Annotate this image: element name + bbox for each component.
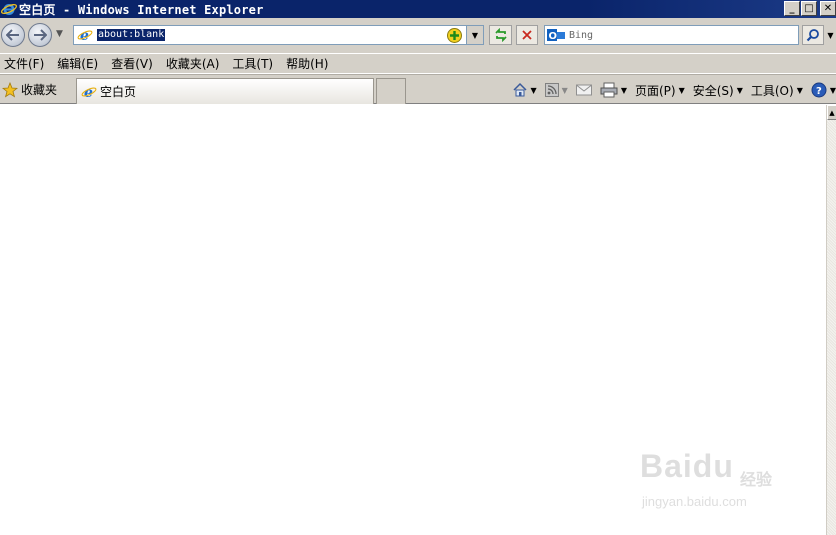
command-bar: ▼ ▼ ▼ 页面(P) ▼ 安全(S) ▼ 工具(O) ▼ ? ▼ [504, 80, 836, 100]
tab-ie-icon: e [81, 85, 97, 100]
tools-dropdown-icon: ▼ [796, 85, 803, 95]
watermark-url: jingyan.baidu.com [642, 494, 747, 509]
menu-favorites[interactable]: 收藏夹(A) [162, 55, 220, 72]
stop-button[interactable] [516, 25, 538, 45]
refresh-button[interactable] [489, 25, 512, 45]
ie-logo-icon [1, 4, 17, 15]
tab-blank-page[interactable]: e 空白页 [76, 78, 374, 104]
refresh-icon [494, 28, 507, 42]
baidu-watermark: Baidu 经验 jingyan.baidu.com [640, 448, 800, 520]
search-input[interactable]: Bing [569, 30, 593, 41]
printer-icon [600, 82, 618, 98]
address-bar[interactable]: e about:blank ▼ [73, 25, 484, 45]
help-dropdown-icon[interactable]: ▼ [830, 86, 836, 95]
maximize-button[interactable]: □ [801, 1, 817, 16]
feeds-button[interactable]: ▼ [544, 83, 568, 97]
stop-x-icon [522, 30, 532, 40]
tools-menu-button[interactable]: 工具(O) ▼ [751, 82, 803, 99]
svg-text:?: ? [816, 86, 822, 97]
help-icon: ? [811, 82, 827, 98]
watermark-brand-cn: 经验 [740, 470, 773, 489]
home-button[interactable]: ▼ [512, 82, 537, 98]
page-ie-icon: e [77, 28, 93, 43]
home-dropdown-icon[interactable]: ▼ [531, 86, 537, 95]
page-dropdown-icon: ▼ [678, 85, 685, 95]
svg-text:O: O [549, 31, 558, 42]
mail-icon [575, 84, 592, 96]
search-options-dropdown[interactable]: ▼ [825, 25, 836, 45]
address-input[interactable]: about:blank [97, 29, 166, 41]
outlook-icon: O [547, 29, 565, 42]
help-button[interactable]: ? ▼ [811, 82, 836, 98]
minimize-button[interactable]: _ [784, 1, 800, 16]
navigation-bar: ▼ e about:blank ▼ O Bing ▼ [0, 18, 836, 53]
menu-view[interactable]: 查看(V) [107, 55, 153, 72]
back-arrow-icon [6, 29, 19, 41]
menu-tools[interactable]: 工具(T) [228, 55, 273, 72]
scroll-up-button[interactable]: ▲ [827, 105, 836, 120]
menu-bar: 文件(F) 编辑(E) 查看(V) 收藏夹(A) 工具(T) 帮助(H) [0, 53, 836, 73]
search-icon [806, 29, 819, 42]
feeds-dropdown-icon[interactable]: ▼ [562, 86, 568, 95]
search-button[interactable] [802, 25, 824, 45]
favorites-button[interactable]: 收藏夹 [2, 81, 57, 98]
tab-label: 空白页 [100, 85, 137, 99]
title-bar: 空白页 - Windows Internet Explorer _ □ ✕ [0, 0, 836, 18]
print-button[interactable]: ▼ [600, 82, 627, 98]
forward-arrow-icon [34, 29, 47, 41]
svg-text:e: e [80, 28, 89, 43]
read-mail-button[interactable] [575, 84, 592, 96]
page-menu-button[interactable]: 页面(P) ▼ [635, 82, 685, 99]
home-icon [512, 82, 527, 97]
address-dropdown-button[interactable]: ▼ [466, 26, 483, 44]
watermark-brand: Baidu [640, 448, 734, 484]
safety-menu-button[interactable]: 安全(S) ▼ [693, 82, 743, 99]
menu-file[interactable]: 文件(F) [0, 55, 44, 72]
back-button[interactable] [1, 23, 25, 47]
safety-dropdown-icon: ▼ [736, 85, 743, 95]
recent-pages-dropdown[interactable]: ▼ [56, 29, 63, 39]
new-tab-button[interactable] [376, 78, 406, 104]
tools-menu-label: 工具(O) [750, 83, 794, 98]
favorites-command-bar: 收藏夹 e 空白页 ▼ ▼ ▼ 页面(P) ▼ 安全(S) ▼ 工具(O) ▼ … [0, 74, 836, 104]
forward-button[interactable] [28, 23, 52, 47]
star-icon [2, 81, 18, 97]
svg-text:e: e [84, 85, 93, 100]
menu-help[interactable]: 帮助(H) [282, 55, 328, 72]
search-box[interactable]: O Bing [544, 25, 799, 45]
print-dropdown-icon[interactable]: ▼ [621, 86, 627, 95]
safety-menu-label: 安全(S) [692, 83, 734, 98]
close-button[interactable]: ✕ [820, 1, 836, 16]
add-go-icon[interactable] [446, 27, 463, 44]
vertical-scrollbar[interactable]: ▲ [826, 105, 836, 535]
rss-feed-icon [544, 83, 559, 97]
window-title: 空白页 - Windows Internet Explorer [19, 2, 264, 17]
favorites-label: 收藏夹 [21, 83, 58, 97]
page-menu-label: 页面(P) [634, 83, 676, 98]
menu-edit[interactable]: 编辑(E) [53, 55, 98, 72]
